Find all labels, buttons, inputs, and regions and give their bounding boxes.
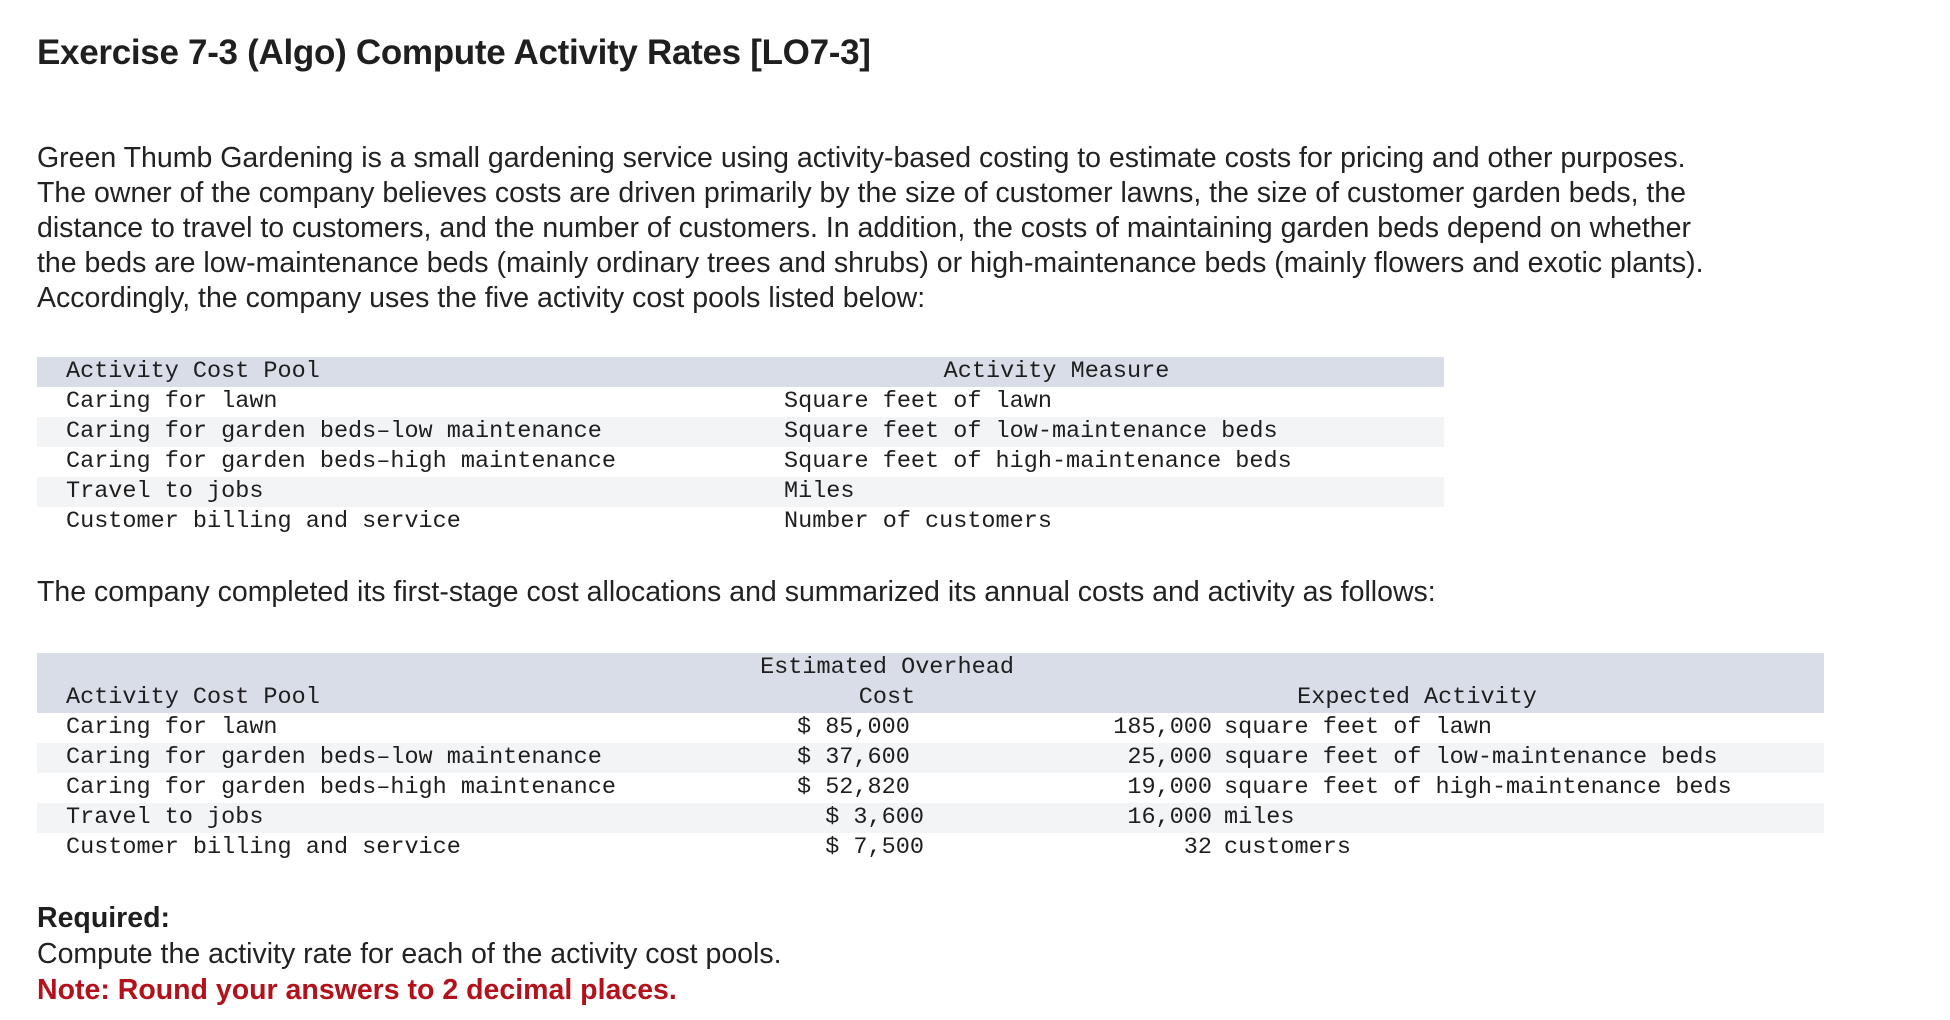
- table-header-row: Activity Cost Pool Activity Measure: [37, 357, 1444, 387]
- expected-activity-unit: customers: [1224, 834, 1351, 861]
- required-label: Required:: [37, 902, 171, 934]
- table-row: Caring for garden beds–high maintenance …: [37, 773, 1824, 803]
- intro-line: the beds are low-maintenance beds (mainl…: [37, 247, 1704, 279]
- expected-activity-qty: 19,000: [1127, 774, 1212, 801]
- intro-paragraph: Green Thumb Gardening is a small gardeni…: [37, 141, 1917, 316]
- header-activity-measure: Activity Measure: [943, 358, 1170, 385]
- expected-activity-qty: 16,000: [1127, 804, 1212, 831]
- expected-activity-qty: 25,000: [1127, 744, 1212, 771]
- table-row: Caring for lawn Square feet of lawn: [37, 387, 1444, 417]
- header-estimated-overhead: Estimated Overhead: [760, 654, 1014, 681]
- summary-intro-text: The company completed its first-stage co…: [37, 576, 1436, 608]
- table-row: Caring for lawn $ 85,000 185,000 square …: [37, 713, 1824, 743]
- cost-pool-cell: Caring for garden beds–low maintenance: [66, 418, 602, 445]
- cost-pool-cell: Caring for lawn: [66, 714, 278, 741]
- rounding-note: Note: Round your answers to 2 decimal pl…: [37, 974, 677, 1006]
- intro-line: Accordingly, the company uses the five a…: [37, 282, 926, 314]
- overhead-cost-cell: $ 52,820: [797, 774, 910, 801]
- header-activity-cost-pool: Activity Cost Pool: [66, 358, 320, 385]
- header-expected-activity: Expected Activity: [1297, 684, 1537, 711]
- table-row: Caring for garden beds–low maintenance S…: [37, 417, 1444, 447]
- table-row: Travel to jobs $ 3,600 16,000 miles: [37, 803, 1824, 833]
- intro-line: distance to travel to customers, and the…: [37, 212, 1691, 244]
- cost-pool-cell: Caring for garden beds–high maintenance: [66, 774, 616, 801]
- cost-pool-cell: Travel to jobs: [66, 478, 264, 505]
- header-cost: Cost: [858, 684, 916, 711]
- table-row: Caring for garden beds–low maintenance $…: [37, 743, 1824, 773]
- cost-pool-cell: Caring for lawn: [66, 388, 278, 415]
- cost-pool-cell: Customer billing and service: [66, 834, 461, 861]
- overhead-cost-table: Estimated Overhead Activity Cost Pool Co…: [37, 653, 1824, 863]
- intro-line: The owner of the company believes costs …: [37, 177, 1687, 209]
- expected-activity-qty: 185,000: [1113, 714, 1212, 741]
- table-row: Caring for garden beds–high maintenance …: [37, 447, 1444, 477]
- table-header-row: Estimated Overhead Activity Cost Pool Co…: [37, 653, 1824, 713]
- cost-pool-cell: Caring for garden beds–low maintenance: [66, 744, 602, 771]
- overhead-cost-cell: $ 85,000: [797, 714, 910, 741]
- activity-measure-cell: Miles: [784, 478, 855, 505]
- overhead-cost-cell: $ 3,600: [797, 804, 924, 831]
- activity-measure-cell: Square feet of high-maintenance beds: [784, 448, 1292, 475]
- activity-measure-cell: Square feet of lawn: [784, 388, 1052, 415]
- required-instruction: Compute the activity rate for each of th…: [37, 938, 782, 970]
- activity-measure-table: Activity Cost Pool Activity Measure Cari…: [37, 357, 1444, 537]
- cost-pool-cell: Customer billing and service: [66, 508, 461, 535]
- expected-activity-unit: square feet of high-maintenance beds: [1224, 774, 1732, 801]
- activity-measure-cell: Number of customers: [784, 508, 1052, 535]
- page-title: Exercise 7-3 (Algo) Compute Activity Rat…: [37, 33, 871, 72]
- header-activity-cost-pool: Activity Cost Pool: [66, 684, 320, 711]
- overhead-cost-cell: $ 37,600: [797, 744, 910, 771]
- table-row: Customer billing and service Number of c…: [37, 507, 1444, 537]
- table-row: Customer billing and service $ 7,500 32 …: [37, 833, 1824, 863]
- expected-activity-unit: square feet of lawn: [1224, 714, 1492, 741]
- activity-measure-cell: Square feet of low-maintenance beds: [784, 418, 1278, 445]
- overhead-cost-cell: $ 7,500: [797, 834, 924, 861]
- expected-activity-qty: 32: [1183, 834, 1212, 861]
- cost-pool-cell: Caring for garden beds–high maintenance: [66, 448, 616, 475]
- required-section: Required: Compute the activity rate for …: [37, 900, 782, 1008]
- cost-pool-cell: Travel to jobs: [66, 804, 264, 831]
- intro-line: Green Thumb Gardening is a small gardeni…: [37, 142, 1686, 174]
- table-row: Travel to jobs Miles: [37, 477, 1444, 507]
- expected-activity-unit: miles: [1224, 804, 1295, 831]
- expected-activity-unit: square feet of low-maintenance beds: [1224, 744, 1718, 771]
